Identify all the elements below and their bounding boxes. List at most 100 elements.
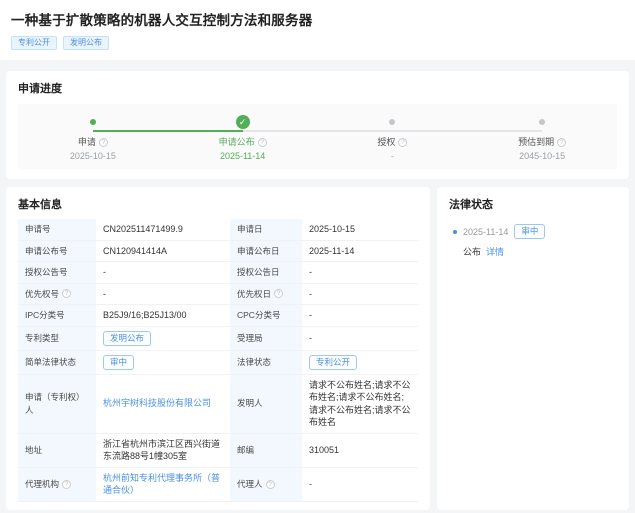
cpc-class-value: - <box>302 305 418 327</box>
accepting-office-value: - <box>302 326 418 351</box>
help-icon[interactable]: ? <box>557 138 567 147</box>
progress-step-publication: ✓ 申请公布? 2025-11-14 <box>168 114 318 161</box>
field-label: 地址 <box>18 433 96 468</box>
field-label: IPC分类号 <box>18 305 96 327</box>
value-text: - <box>309 310 312 320</box>
label-text: 专利类型 <box>25 332 60 343</box>
step-date: - <box>390 151 394 161</box>
value-text: - <box>309 478 312 489</box>
step-pending-dot-icon <box>389 119 396 125</box>
applicant-link[interactable]: 杭州宇树科技股份有限公司 <box>103 397 211 410</box>
label-text: IPC分类号 <box>25 310 65 320</box>
value-text: - <box>309 332 312 343</box>
help-icon[interactable]: ? <box>257 138 267 147</box>
value-text: 浙江省杭州市滨江区西兴街道东流路88号1幢305室 <box>103 438 221 462</box>
field-label: 优先权日? <box>230 283 302 305</box>
help-icon[interactable]: ? <box>274 289 284 299</box>
step-label-text: 预估到期 <box>518 137 555 147</box>
progress-timeline-box: 申请? 2025-10-15 ✓ 申请公布? 2025-11-14 授权? - <box>18 104 617 169</box>
field-label: 授权公告号 <box>18 262 96 284</box>
progress-timeline: 申请? 2025-10-15 ✓ 申请公布? 2025-11-14 授权? - <box>18 114 617 161</box>
help-icon[interactable]: ? <box>62 479 72 489</box>
value-text: B25J9/16;B25J13/00 <box>103 310 187 320</box>
progress-step-grant: 授权? - <box>318 114 468 161</box>
value-text: 请求不公布姓名;请求不公布姓名;请求不公布姓名;请求不公布姓名;请求不公布姓名 <box>309 379 411 428</box>
legal-status-value: 专利公开 <box>302 350 418 375</box>
value-text: - <box>103 288 106 299</box>
label-text: 优先权日 <box>237 288 272 299</box>
postcode-value: 310051 <box>302 433 418 468</box>
field-label: 专利类型 <box>18 326 96 351</box>
field-label: 申请（专利权）人 <box>18 374 96 434</box>
step-label-text: 申请 <box>77 137 96 147</box>
field-label: 优先权号? <box>18 283 96 305</box>
publication-date-value: 2025-11-14 <box>302 240 418 262</box>
simple-legal-status-badge: 审中 <box>103 354 135 370</box>
label-text: 地址 <box>25 444 43 455</box>
legal-status-item: 2025-11-14 审中 公布 详情 <box>449 224 617 258</box>
step-label: 预估到期? <box>467 135 617 148</box>
step-date: 2025-11-14 <box>219 151 266 161</box>
label-text: 受理局 <box>237 332 263 343</box>
patent-badges: 专利公开 发明公布 <box>11 36 624 50</box>
legal-status-title: 法律状态 <box>449 199 493 211</box>
step-label-text: 申请公布 <box>218 137 255 147</box>
label-text: 授权公告日 <box>237 267 280 277</box>
legal-status-badge: 专利公开 <box>309 354 358 370</box>
publication-number-value: CN120941414A <box>96 240 230 262</box>
step-date: 2025-10-15 <box>69 151 116 161</box>
step-label: 申请? <box>18 135 168 148</box>
step-check-icon: ✓ <box>235 115 250 129</box>
value-text: - <box>309 288 312 299</box>
legal-status-card: 法律状态 2025-11-14 审中 公布 详情 <box>437 187 629 510</box>
help-icon[interactable]: ? <box>398 138 408 147</box>
help-icon[interactable]: ? <box>265 479 275 489</box>
simple-legal-status-value: 审中 <box>96 350 230 375</box>
help-icon[interactable]: ? <box>62 289 72 299</box>
field-label: 简单法律状态 <box>18 350 96 375</box>
field-label: 邮编 <box>230 433 302 468</box>
label-text: 申请公布日 <box>237 245 280 256</box>
priority-number-value: - <box>96 283 230 305</box>
application-progress-card: 申请进度 申请? 2025-10-15 ✓ 申请公布? 2025-11-14 授… <box>6 71 629 179</box>
field-label: 代理机构? <box>18 467 96 502</box>
value-text: 2025-10-15 <box>309 224 356 234</box>
address-value: 浙江省杭州市滨江区西兴街道东流路88号1幢305室 <box>96 433 230 468</box>
label-text: 授权公告号 <box>25 267 68 277</box>
grant-date-value: - <box>302 262 418 284</box>
step-done-dot-icon <box>89 119 96 125</box>
label-text: CPC分类号 <box>237 310 281 320</box>
legal-status-detail-link[interactable]: 详情 <box>486 245 504 258</box>
bullet-icon <box>453 229 457 234</box>
value-text: CN120941414A <box>103 245 168 256</box>
label-text: 申请（专利权）人 <box>25 392 85 415</box>
field-label: 授权公告日 <box>230 262 302 284</box>
patent-status-badge: 专利公开 <box>11 36 57 50</box>
help-icon[interactable]: ? <box>98 138 108 147</box>
label-text: 邮编 <box>237 444 255 455</box>
agency-value: 杭州前知专利代理事务所（普通合伙） <box>96 467 230 502</box>
field-label: 申请日 <box>230 219 302 241</box>
field-label: 受理局 <box>230 326 302 351</box>
step-label-text: 授权 <box>377 137 396 147</box>
value-text: - <box>309 267 312 277</box>
value-text: - <box>103 267 106 277</box>
label-text: 法律状态 <box>237 356 272 367</box>
progress-step-expiry: 预估到期? 2045-10-15 <box>467 114 617 161</box>
agency-link[interactable]: 杭州前知专利代理事务所（普通合伙） <box>103 472 223 497</box>
patent-type-value: 发明公布 <box>96 326 230 351</box>
patent-header: 一种基于扩散策略的机器人交互控制方法和服务器 专利公开 发明公布 <box>0 0 635 60</box>
value-text: 310051 <box>309 444 340 455</box>
basic-info-card: 基本信息 申请号 CN202511471499.9 申请日 2025-10-15… <box>6 187 430 510</box>
label-text: 代理机构 <box>25 478 60 489</box>
priority-date-value: - <box>302 283 418 305</box>
patent-type-badge: 发明公布 <box>63 36 109 50</box>
legal-status-action: 公布 <box>463 247 482 257</box>
page-title: 一种基于扩散策略的机器人交互控制方法和服务器 <box>11 13 313 28</box>
field-label: 代理人? <box>230 467 302 502</box>
basic-info-title: 基本信息 <box>18 199 62 211</box>
legal-status-date: 2025-11-14 <box>463 226 509 237</box>
grant-number-value: - <box>96 262 230 284</box>
step-date: 2045-10-15 <box>519 151 566 161</box>
step-pending-dot-icon <box>539 119 546 125</box>
